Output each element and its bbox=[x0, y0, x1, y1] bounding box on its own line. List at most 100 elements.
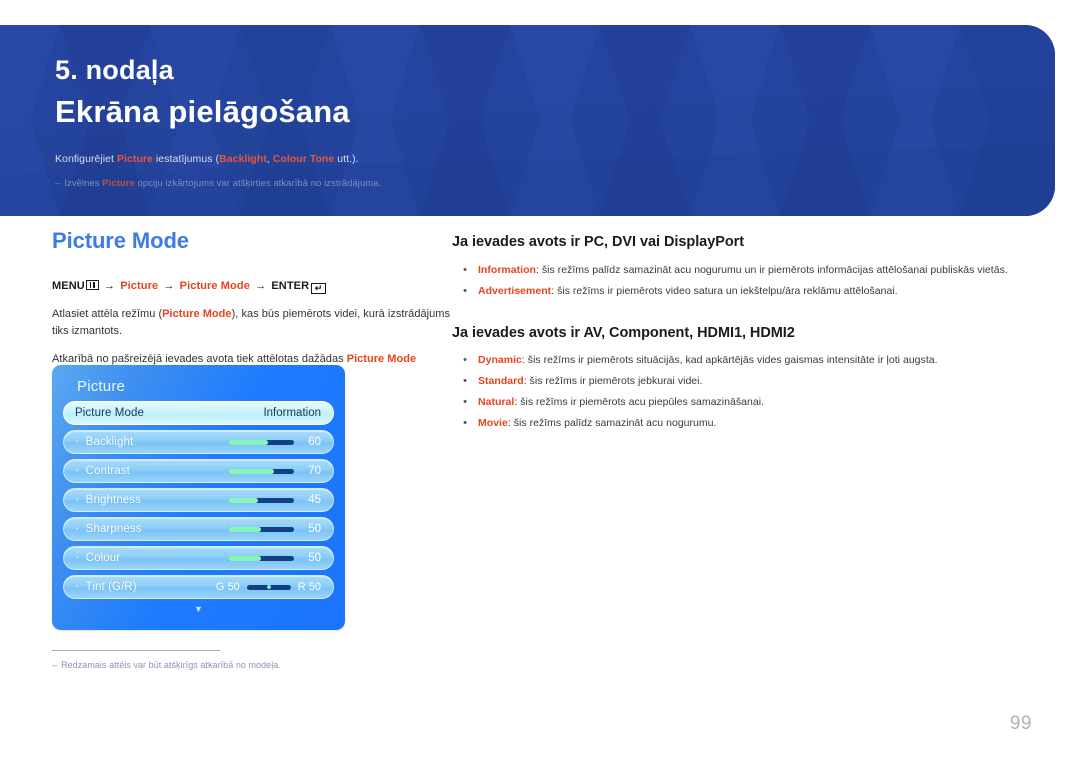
banner-desc-pre: Konfigurējiet bbox=[55, 153, 117, 165]
banner-note-pre: Izvēlnes bbox=[64, 178, 103, 189]
subheading-av-component-hdmi: Ja ievades avots ir AV, Component, HDMI1… bbox=[452, 325, 795, 341]
osd-row-label: Colour bbox=[85, 552, 121, 564]
list-item-text: Movie: šis režīms palīdz samazināt acu n… bbox=[478, 416, 1022, 431]
osd-slider-fill bbox=[228, 526, 261, 532]
osd-row-backlight[interactable]: · Backlight 60 bbox=[63, 430, 334, 454]
list-item: • Movie: šis režīms palīdz samazināt acu … bbox=[452, 416, 1022, 431]
osd-picture-menu[interactable]: Picture Picture Mode Information · Backligh… bbox=[52, 365, 345, 630]
para2-pre: Atkarībā no pašreizējā ievades avota tie… bbox=[52, 353, 347, 365]
osd-menu-rows: Picture Mode Information · Backlight 60 · Cont… bbox=[63, 401, 334, 599]
osd-row-contrast[interactable]: · Contrast 70 bbox=[63, 459, 334, 483]
list-item-term: Movie bbox=[478, 417, 508, 429]
list-item: • Dynamic: šis režīms ir piemērots situāc… bbox=[452, 353, 1022, 368]
banner-note-hl: Picture bbox=[102, 178, 135, 189]
list-item-term: Dynamic bbox=[478, 354, 522, 366]
page-number: 99 bbox=[1009, 713, 1032, 734]
osd-slider-value: 70 bbox=[308, 465, 321, 477]
banner-desc-hl-picture: Picture bbox=[117, 153, 153, 165]
osd-tint-red-value: R 50 bbox=[297, 581, 321, 593]
banner-note-dash: ‒ bbox=[55, 178, 61, 189]
bullet-point-icon: • bbox=[463, 375, 467, 387]
bullet-point-icon: • bbox=[463, 285, 467, 297]
list-item-term: Standard bbox=[478, 375, 524, 387]
para1-pre: Atlasiet attēla režīmu ( bbox=[52, 308, 163, 320]
osd-slider-track[interactable] bbox=[228, 497, 294, 503]
osd-slider-track[interactable] bbox=[228, 555, 294, 561]
list-item-term: Advertisement bbox=[478, 285, 552, 297]
para2-hl: Picture Mode bbox=[346, 353, 417, 365]
osd-slider-value: 45 bbox=[308, 494, 321, 506]
footnote-divider bbox=[52, 650, 220, 651]
list-item-description: : šis režīms ir piemērots situācijās, ka… bbox=[521, 354, 938, 366]
menu-path-breadcrumb: MENU → Picture → Picture Mode → ENTER ↵ bbox=[52, 278, 452, 294]
banner-desc-mid: iestatījumus ( bbox=[152, 153, 220, 165]
list-item-description: : šis režīms palīdz samazināt acu noguru… bbox=[535, 264, 1008, 276]
osd-slider-fill bbox=[228, 439, 268, 445]
list-item-description: : šis režīms ir piemērots acu piepūles s… bbox=[514, 396, 764, 408]
list-item-text: Dynamic: šis režīms ir piemērots situāci… bbox=[478, 353, 1022, 368]
bullet-list-av: • Dynamic: šis režīms ir piemērots situāc… bbox=[452, 353, 1022, 431]
page-title: Picture Mode bbox=[52, 228, 189, 253]
menu-bars-icon bbox=[85, 280, 99, 290]
banner-description: Konfigurējiet Picture iestatījumus (Back… bbox=[55, 152, 1055, 167]
manual-page: 5. nodaļa Ekrāna pielāgošana Konfigurēji… bbox=[0, 0, 1080, 763]
osd-slider-fill bbox=[228, 468, 275, 474]
list-item-description: : šis režīms ir piemērots jebkurai videi… bbox=[523, 375, 703, 387]
enter-return-icon: ↵ bbox=[311, 282, 327, 294]
osd-row-brightness[interactable]: · Brightness 45 bbox=[63, 488, 334, 512]
osd-menu-title: Picture bbox=[77, 378, 126, 395]
menu-path-arrow-3: → bbox=[255, 280, 267, 292]
para1-hl: Picture Mode bbox=[162, 308, 232, 320]
osd-row-picture-mode[interactable]: Picture Mode Information bbox=[63, 401, 334, 425]
chevron-down-icon[interactable]: ▼ bbox=[63, 604, 334, 614]
osd-row-label: Picture Mode bbox=[75, 407, 144, 419]
bullet-dot-icon: · bbox=[75, 548, 80, 564]
menu-path-enter-label: ENTER bbox=[271, 280, 310, 292]
list-item-description: : šis režīms palīdz samazināt acu noguru… bbox=[507, 417, 717, 429]
osd-slider-value: 60 bbox=[308, 436, 321, 448]
osd-row-value: Information bbox=[263, 407, 321, 419]
osd-slider-track[interactable] bbox=[228, 468, 294, 474]
osd-slider-track[interactable] bbox=[228, 439, 294, 445]
bullet-dot-icon: · bbox=[75, 490, 80, 506]
banner-desc-post: utt.). bbox=[334, 153, 359, 165]
osd-row-label: Tint (G/R) bbox=[85, 581, 137, 593]
list-item: • Advertisement: šis režīms ir piemērots … bbox=[452, 284, 1022, 299]
menu-path-menu-label: MENU bbox=[52, 280, 85, 292]
list-item-text: Standard: šis režīms ir piemērots jebkur… bbox=[478, 374, 1022, 389]
list-item: • Natural: šis režīms ir piemērots acu pi… bbox=[452, 395, 1022, 410]
osd-tint-green-value: G 50 bbox=[215, 581, 240, 593]
bullet-point-icon: • bbox=[463, 396, 467, 408]
bullet-dot-icon: · bbox=[75, 461, 80, 477]
menu-path-arrow-1: → bbox=[103, 280, 116, 292]
left-column: Picture Mode MENU → Picture → Picture Mo… bbox=[52, 228, 452, 384]
osd-tint-control[interactable]: G 50 R 50 bbox=[216, 581, 321, 593]
osd-slider-fill bbox=[228, 555, 261, 561]
bullet-list-pc: • Information: šis režīms palīdz samazinā… bbox=[452, 263, 1022, 299]
osd-row-sharpness[interactable]: · Sharpness 50 bbox=[63, 517, 334, 541]
subheading-pc-dvi-displayport: Ja ievades avots ir PC, DVI vai DisplayP… bbox=[452, 234, 745, 250]
footnote-text: ‒ Redzamais attēls var būt atšķirīgs atka… bbox=[52, 659, 382, 672]
osd-row-colour[interactable]: · Colour 50 bbox=[63, 546, 334, 570]
osd-tint-knob[interactable] bbox=[266, 585, 271, 589]
bullet-dot-icon: · bbox=[75, 577, 80, 593]
footnote-dash: ‒ bbox=[52, 660, 58, 670]
menu-path-arrow-2: → bbox=[163, 280, 175, 292]
chapter-title: Ekrāna pielāgošana bbox=[55, 94, 350, 129]
osd-slider-value: 50 bbox=[308, 523, 321, 535]
bullet-point-icon: • bbox=[463, 354, 467, 366]
osd-slider-track[interactable] bbox=[228, 526, 294, 532]
osd-row-tint-g-r[interactable]: · Tint (G/R) G 50 R 50 bbox=[63, 575, 334, 599]
description-paragraph-1: Atlasiet attēla režīmu (Picture Mode), k… bbox=[52, 306, 452, 339]
menu-path-step-picture-mode: Picture Mode bbox=[179, 280, 250, 292]
list-item-text: Information: šis režīms palīdz samazināt… bbox=[478, 263, 1022, 278]
chapter-banner: 5. nodaļa Ekrāna pielāgošana Konfigurēji… bbox=[0, 25, 1055, 216]
osd-row-label: Sharpness bbox=[85, 523, 142, 535]
banner-desc-hl-colour-tone: Colour Tone bbox=[272, 153, 335, 165]
footnote: ‒ Redzamais attēls var būt atšķirīgs atka… bbox=[52, 650, 382, 672]
list-item-text: Natural: šis režīms ir piemērots acu pie… bbox=[478, 395, 1022, 410]
osd-slider-fill bbox=[228, 497, 258, 503]
banner-note-post: opciju izkārtojums var atšķirties atkarī… bbox=[134, 178, 382, 189]
osd-tint-track[interactable] bbox=[246, 584, 291, 590]
banner-note: ‒ Izvēlnes Picture opciju izkārtojums var… bbox=[55, 177, 1055, 191]
